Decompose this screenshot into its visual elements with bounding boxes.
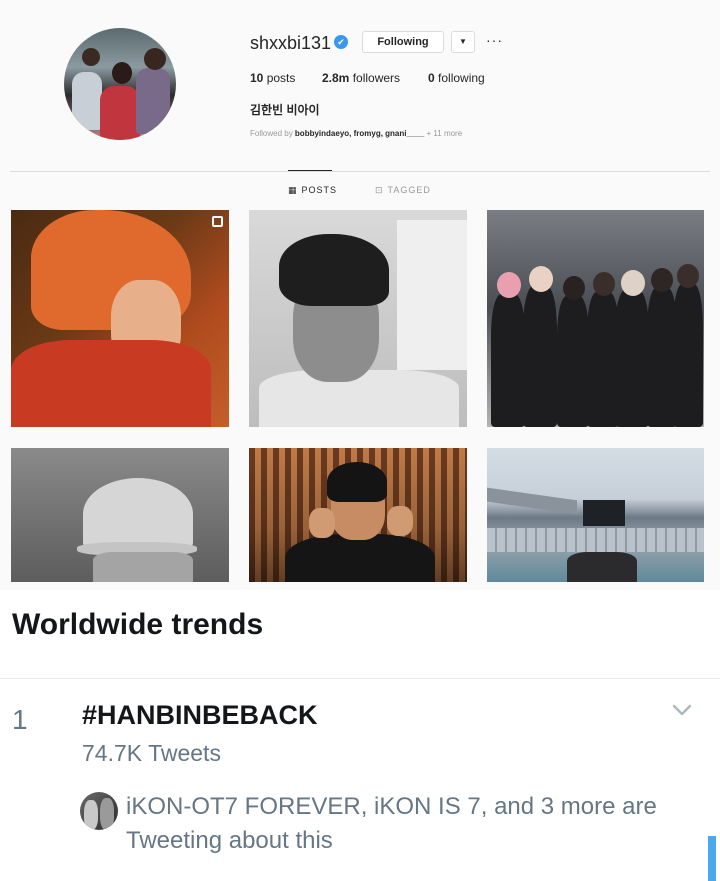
followed-by-prefix: Followed by — [250, 129, 293, 138]
profile-username: shxxbi131 — [250, 33, 332, 53]
posts-stat: 10 posts — [250, 71, 295, 85]
post-thumbnail[interactable] — [249, 210, 467, 427]
scrollbar[interactable] — [708, 836, 716, 881]
post-thumbnail[interactable] — [11, 448, 229, 582]
trend-context-text: iKON-OT7 FOREVER, iKON IS 7, and 3 more … — [126, 793, 657, 854]
tab-posts[interactable]: ▦ POSTS — [288, 185, 337, 196]
instagram-profile: shxxbi131 ✔ Following ▼ ··· 10 posts 2.8… — [0, 0, 720, 590]
following-button[interactable]: Following — [362, 31, 444, 53]
tab-tagged-label: TAGGED — [387, 185, 431, 195]
followers-count: 2.8m — [322, 71, 350, 85]
trend-hashtag[interactable]: #HANBINBEBACK — [82, 700, 318, 731]
profile-full-name: 김한빈 비아이 — [250, 103, 320, 117]
tabs-divider — [10, 171, 710, 172]
followed-by-text[interactable]: Followed by bobbyindaeyo, fromyg, gnani_… — [250, 129, 462, 138]
trend-tweet-count: 74.7K Tweets — [82, 740, 221, 766]
following-label: following — [438, 71, 485, 85]
trends-title: Worldwide trends — [12, 608, 264, 641]
post-thumbnail[interactable] — [249, 448, 467, 582]
followed-by-more[interactable]: + 11 more — [427, 129, 463, 138]
caret-down-icon[interactable]: ▼ — [451, 31, 475, 53]
post-thumbnail[interactable] — [487, 210, 704, 427]
tag-icon: ⊡ — [375, 185, 384, 195]
followed-by-names[interactable]: bobbyindaeyo, fromyg, gnani____ — [295, 129, 424, 138]
more-options-icon[interactable]: ··· — [486, 31, 503, 49]
followers-label: followers — [352, 71, 401, 85]
profile-avatar[interactable] — [64, 28, 176, 140]
post-thumbnail[interactable] — [11, 210, 229, 427]
posts-count: 10 — [250, 71, 264, 85]
grid-icon: ▦ — [288, 185, 298, 195]
active-tab-indicator — [288, 170, 332, 171]
trend-rank: 1 — [12, 704, 28, 735]
followers-stat[interactable]: 2.8m followers — [322, 71, 400, 85]
tab-posts-label: POSTS — [301, 185, 338, 195]
posts-label: posts — [266, 71, 296, 85]
following-count: 0 — [428, 71, 435, 85]
verified-badge-icon: ✔ — [334, 35, 348, 49]
context-avatar — [80, 792, 118, 830]
multiple-posts-icon — [212, 216, 223, 227]
following-stat[interactable]: 0 following — [428, 71, 485, 85]
twitter-trends-panel: Worldwide trends 1 #HANBINBEBACK 74.7K T… — [0, 590, 720, 881]
tab-tagged[interactable]: ⊡ TAGGED — [375, 185, 431, 196]
post-thumbnail[interactable] — [487, 448, 704, 582]
trends-divider — [0, 678, 720, 679]
chevron-down-icon[interactable] — [672, 700, 692, 720]
